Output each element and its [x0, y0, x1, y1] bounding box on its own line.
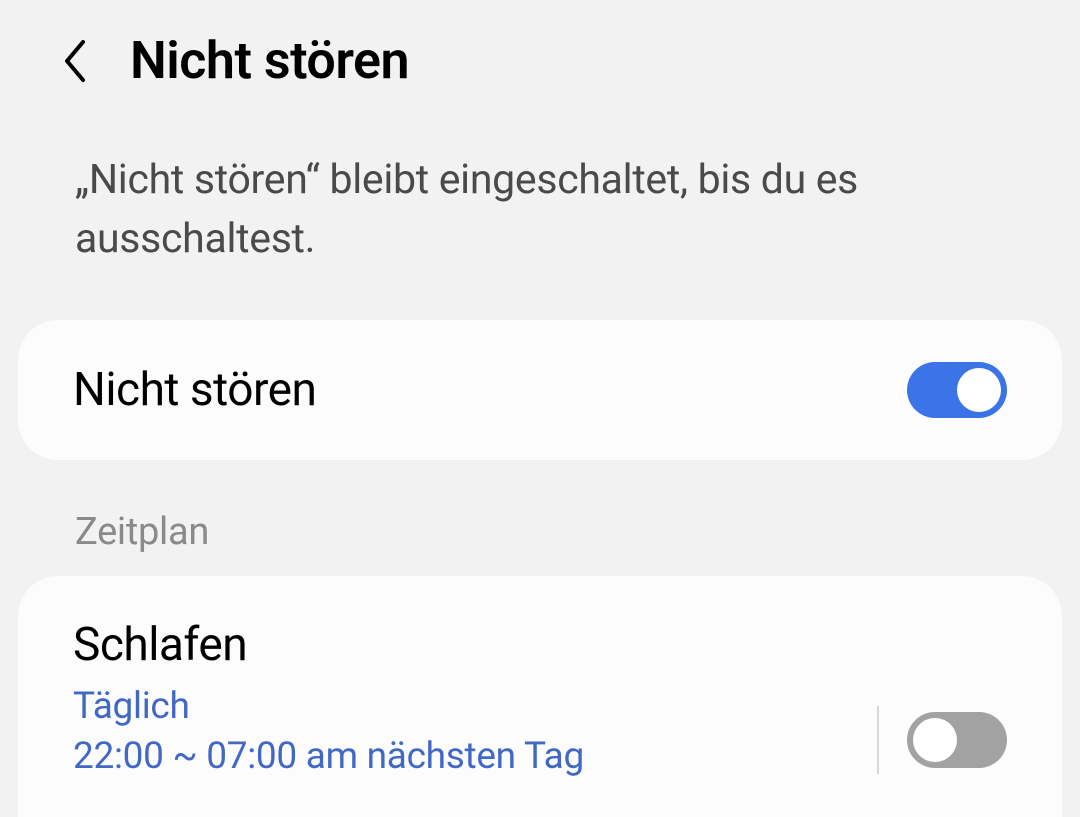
schedule-section-label: Zeitplan — [0, 460, 1080, 576]
vertical-divider — [877, 706, 879, 774]
description-text: „Nicht stören“ bleibt eingeschaltet, bis… — [0, 121, 1080, 320]
header: Nicht stören — [0, 0, 1080, 121]
schedule-toggle[interactable] — [907, 712, 1007, 768]
dnd-main-label: Nicht stören — [73, 363, 316, 417]
page-title: Nicht stören — [130, 30, 409, 91]
schedule-frequency: Täglich — [73, 682, 877, 732]
schedule-controls — [877, 706, 1007, 782]
schedule-row[interactable]: Schlafen Täglich 22:00 ~ 07:00 am nächst… — [18, 576, 1062, 817]
schedule-time: 22:00 ~ 07:00 am nächsten Tag — [73, 732, 877, 782]
back-icon[interactable] — [55, 41, 95, 81]
schedule-title: Schlafen — [73, 618, 877, 672]
dnd-main-toggle[interactable] — [907, 362, 1007, 418]
schedule-info: Schlafen Täglich 22:00 ~ 07:00 am nächst… — [73, 618, 877, 782]
dnd-main-row[interactable]: Nicht stören — [18, 320, 1062, 460]
